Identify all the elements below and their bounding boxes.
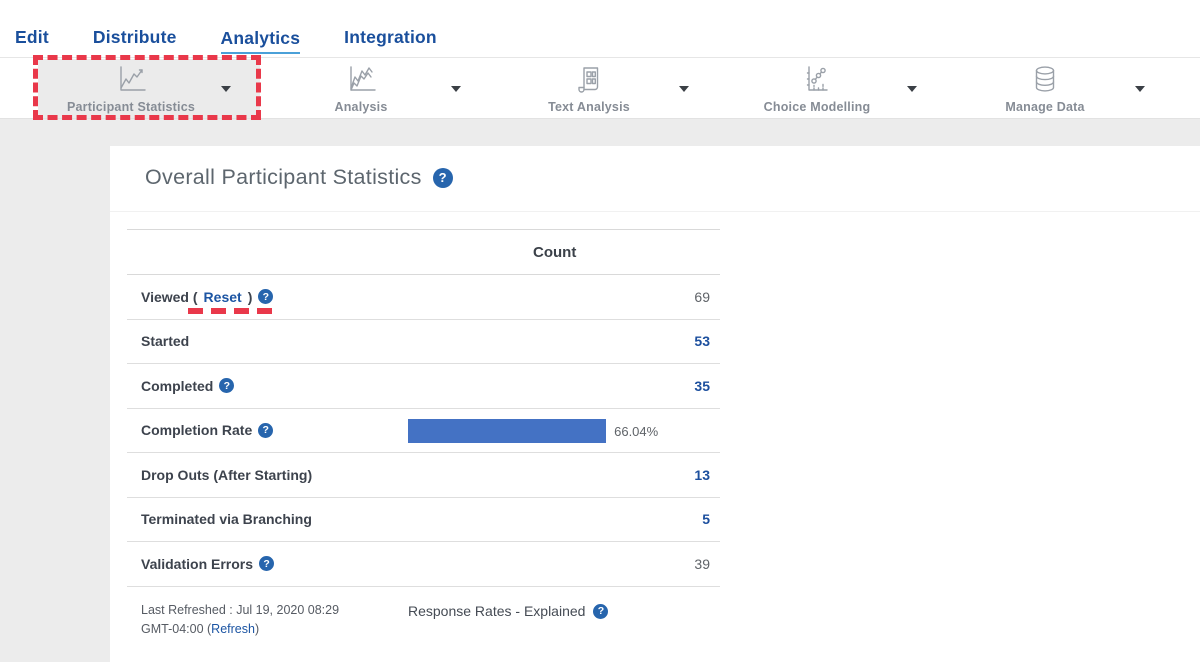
chevron-down-icon[interactable] <box>221 86 231 92</box>
document-grid-icon <box>574 64 604 95</box>
nav-item-edit[interactable]: Edit <box>15 27 49 48</box>
completion-rate-bar: 66.04% <box>408 419 708 443</box>
reset-link[interactable]: Reset <box>204 289 242 305</box>
row-count: 53 <box>694 333 710 349</box>
table-row-viewed: Viewed ( Reset ) ? 69 <box>127 275 720 320</box>
row-count: 5 <box>702 511 710 527</box>
response-rates-label: Response Rates - Explained <box>408 603 585 619</box>
count-column-header: Count <box>533 244 576 261</box>
toolbar-item-manage-data[interactable]: Manage Data <box>952 59 1174 118</box>
table-row-completion-rate: Completion Rate ? 66.04% <box>127 409 720 454</box>
help-icon[interactable]: ? <box>258 289 273 304</box>
analytics-toolbar: Participant Statistics Analysis <box>0 57 1200 119</box>
chevron-down-icon[interactable] <box>451 86 461 92</box>
toolbar-item-content: Choice Modelling <box>724 64 910 114</box>
chevron-down-icon[interactable] <box>1135 86 1145 92</box>
toolbar-item-text-analysis[interactable]: Text Analysis <box>496 59 718 118</box>
last-refreshed-line2-suffix: ) <box>255 622 259 636</box>
response-rates-row: Response Rates - Explained ? <box>408 602 608 621</box>
toolbar-item-choice-modelling[interactable]: Choice Modelling <box>724 59 946 118</box>
help-icon[interactable]: ? <box>259 556 274 571</box>
row-label: Started <box>141 333 189 349</box>
last-refreshed-line1: Last Refreshed : Jul 19, 2020 08:29 <box>141 603 339 617</box>
content-panel: Overall Participant Statistics ? Count V… <box>110 146 1200 662</box>
row-count: 35 <box>694 378 710 394</box>
table-row-started: Started 53 <box>127 320 720 365</box>
toolbar-item-label: Text Analysis <box>496 100 682 114</box>
multi-line-chart-icon <box>345 64 377 95</box>
row-label: Completion Rate ? <box>141 422 273 438</box>
refresh-link[interactable]: Refresh <box>211 622 255 636</box>
row-label-text: Viewed ( <box>141 289 198 305</box>
row-count: 69 <box>694 289 710 305</box>
database-icon <box>1030 64 1060 95</box>
table-row-terminated: Terminated via Branching 5 <box>127 498 720 543</box>
last-refreshed-line2: GMT-04:00 ( <box>141 622 211 636</box>
page-title-row: Overall Participant Statistics ? <box>145 165 453 190</box>
completion-bar-fill <box>408 419 606 443</box>
line-chart-icon <box>115 64 147 95</box>
toolbar-item-label: Participant Statistics <box>38 100 224 114</box>
chevron-down-icon[interactable] <box>679 86 689 92</box>
table-header: Count <box>127 229 720 275</box>
toolbar-item-label: Analysis <box>268 100 454 114</box>
nav-item-integration[interactable]: Integration <box>344 27 437 48</box>
row-label-text: Terminated via Branching <box>141 511 312 527</box>
row-label: Drop Outs (After Starting) <box>141 467 312 483</box>
last-refreshed-text: Last Refreshed : Jul 19, 2020 08:29 GMT-… <box>141 601 408 639</box>
toolbar-item-content: Text Analysis <box>496 64 682 114</box>
toolbar-item-analysis[interactable]: Analysis <box>268 59 490 118</box>
row-label-text: Started <box>141 333 189 349</box>
row-label: Terminated via Branching <box>141 511 312 527</box>
row-label: Completed ? <box>141 378 234 394</box>
help-icon[interactable]: ? <box>219 378 234 393</box>
row-label-text: Drop Outs (After Starting) <box>141 467 312 483</box>
toolbar-item-label: Manage Data <box>952 100 1138 114</box>
chevron-down-icon[interactable] <box>907 86 917 92</box>
help-icon[interactable]: ? <box>593 604 608 619</box>
toolbar-item-content: Analysis <box>268 64 454 114</box>
top-navigation: Edit Distribute Analytics Integration <box>0 0 1200 57</box>
help-icon[interactable]: ? <box>433 168 453 188</box>
toolbar-item-label: Choice Modelling <box>724 100 910 114</box>
annotation-underline <box>188 308 273 314</box>
toolbar-item-content: Manage Data <box>952 64 1138 114</box>
row-label-text: Completed <box>141 378 213 394</box>
divider <box>110 211 1200 212</box>
table-row-validation-errors: Validation Errors ? 39 <box>127 542 720 587</box>
row-label-text: ) <box>248 289 253 305</box>
completion-bar-label: 66.04% <box>614 424 658 439</box>
toolbar-item-participant-statistics[interactable]: Participant Statistics <box>38 59 260 118</box>
table-footer: Last Refreshed : Jul 19, 2020 08:29 GMT-… <box>127 587 720 639</box>
row-label-text: Completion Rate <box>141 422 252 438</box>
row-count: 13 <box>694 467 710 483</box>
scatter-chart-icon <box>802 64 832 95</box>
toolbar-item-content: Participant Statistics <box>38 64 224 114</box>
row-label: Viewed ( Reset ) ? <box>141 289 273 305</box>
row-label-text: Validation Errors <box>141 556 253 572</box>
row-count: 39 <box>694 556 710 572</box>
page-title: Overall Participant Statistics <box>145 165 422 190</box>
table-row-drop-outs: Drop Outs (After Starting) 13 <box>127 453 720 498</box>
participant-statistics-table: Count Viewed ( Reset ) ? 69 Started 53 C… <box>127 229 720 639</box>
row-label: Validation Errors ? <box>141 556 274 572</box>
nav-item-distribute[interactable]: Distribute <box>93 27 177 48</box>
help-icon[interactable]: ? <box>258 423 273 438</box>
table-row-completed: Completed ? 35 <box>127 364 720 409</box>
nav-item-analytics[interactable]: Analytics <box>221 28 301 54</box>
